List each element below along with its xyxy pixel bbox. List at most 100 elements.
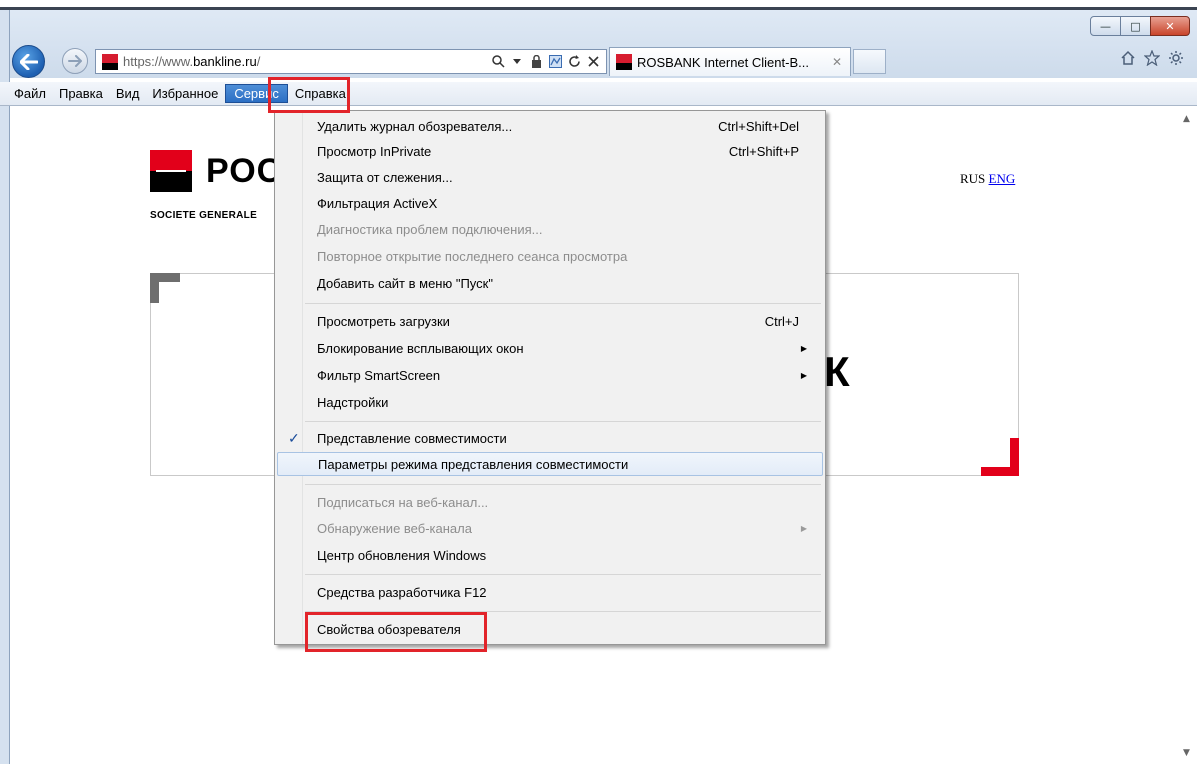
menu-item-label: Надстройки — [317, 394, 389, 410]
rosbank-logo-mark — [150, 150, 192, 192]
menu-reopen-last-session: Повторное открытие последнего сеанса про… — [277, 244, 823, 268]
menu-item-label: Защита от слежения... — [317, 169, 453, 185]
menu-item-label: Диагностика проблем подключения... — [317, 221, 543, 237]
forward-button[interactable] — [62, 48, 88, 74]
menu-edit[interactable]: Правка — [53, 84, 109, 103]
submenu-arrow-icon: ▶ — [800, 343, 807, 353]
scroll-down-icon[interactable]: ▼ — [1183, 748, 1190, 758]
menu-item-label: Средства разработчика F12 — [317, 584, 487, 600]
gear-icon[interactable] — [1168, 50, 1184, 71]
menu-feed-discovery: Обнаружение веб-канала ▶ — [277, 516, 823, 540]
menu-item-label: Представление совместимости — [317, 430, 507, 446]
url-suffix: / — [256, 54, 261, 69]
menu-smartscreen[interactable]: Фильтр SmartScreen ▶ — [277, 363, 823, 387]
annotation-highlight-internet-options — [305, 612, 487, 652]
menu-compatibility-view[interactable]: ✓ Представление совместимости — [277, 426, 823, 450]
tools-dropdown-menu: Удалить журнал обозревателя... Ctrl+Shif… — [274, 110, 826, 645]
checkmark-icon: ✓ — [288, 429, 300, 446]
menu-item-label: Повторное открытие последнего сеанса про… — [317, 248, 628, 264]
submenu-arrow-icon: ▶ — [800, 523, 807, 533]
menu-item-label: Блокирование всплывающих окон — [317, 340, 524, 356]
close-window-button[interactable]: ✕ — [1150, 16, 1190, 36]
menu-separator — [305, 303, 821, 304]
menu-inprivate[interactable]: Просмотр InPrivate Ctrl+Shift+P — [277, 139, 823, 163]
menu-subscribe-feed: Подписаться на веб-канал... — [277, 490, 823, 514]
lock-icon[interactable] — [529, 54, 543, 70]
forward-arrow-icon — [68, 55, 82, 67]
menu-addons[interactable]: Надстройки — [277, 390, 823, 414]
rosbank-logo: РОС — [150, 150, 281, 192]
window-controls: — □ ✕ — [1090, 16, 1190, 36]
menu-item-shortcut: Ctrl+Shift+Del — [718, 118, 799, 134]
address-bar[interactable]: https://www.bankline.ru/ — [95, 49, 607, 74]
menu-diagnose-connection: Диагностика проблем подключения... — [277, 217, 823, 241]
menu-compatibility-view-settings[interactable]: Параметры режима представления совместим… — [277, 452, 823, 476]
menu-add-to-start[interactable]: Добавить сайт в меню "Пуск" — [277, 271, 823, 295]
maximize-icon: □ — [1130, 19, 1141, 33]
browser-toolbar-icons — [1120, 49, 1184, 71]
menu-item-label: Просмотреть загрузки — [317, 313, 450, 329]
window-left-border — [0, 10, 10, 764]
menu-item-label: Центр обновления Windows — [317, 547, 487, 563]
maximize-button[interactable]: □ — [1120, 16, 1151, 36]
corner-decoration-bottom-right — [981, 438, 1019, 476]
tab-rosbank[interactable]: ROSBANK Internet Client-B... ✕ — [609, 47, 851, 76]
minimize-icon: — — [1100, 19, 1111, 33]
corner-decoration-top-left — [150, 273, 180, 303]
menu-view-downloads[interactable]: Просмотреть загрузки Ctrl+J — [277, 309, 823, 333]
refresh-icon[interactable] — [567, 54, 581, 70]
language-switch: RUS ENG — [960, 171, 1015, 187]
compatibility-view-icon[interactable] — [548, 54, 562, 70]
annotation-highlight-tools-menu — [268, 77, 350, 113]
back-arrow-icon — [19, 53, 38, 70]
stop-icon[interactable] — [586, 54, 600, 70]
submenu-arrow-icon: ▶ — [800, 370, 807, 380]
lang-current: RUS — [960, 171, 986, 186]
menu-separator — [305, 421, 821, 422]
logo-text: РОС — [206, 152, 283, 190]
tab-favicon-icon — [616, 54, 632, 70]
menu-item-label: Просмотр InPrivate — [317, 143, 432, 159]
minimize-button[interactable]: — — [1090, 16, 1121, 36]
menu-developer-tools[interactable]: Средства разработчика F12 — [277, 580, 823, 604]
menu-separator — [305, 484, 821, 485]
address-tools — [491, 54, 600, 70]
tab-title: ROSBANK Internet Client-B... — [637, 54, 809, 70]
dropdown-arrow-icon[interactable] — [510, 54, 524, 70]
back-button[interactable] — [12, 45, 45, 78]
menu-item-label: Фильтр SmartScreen — [317, 367, 441, 383]
url-domain: bankline.ru — [193, 54, 257, 69]
address-url: https://www.bankline.ru/ — [123, 54, 260, 69]
url-prefix: https://www. — [123, 54, 194, 69]
menu-item-label: Добавить сайт в меню "Пуск" — [317, 275, 493, 291]
close-icon: ✕ — [1165, 19, 1175, 33]
menu-favorites[interactable]: Избранное — [146, 84, 224, 103]
menu-tracking-protection[interactable]: Защита от слежения... — [277, 165, 823, 189]
menu-item-label: Обнаружение веб-канала — [317, 520, 472, 536]
menu-delete-history[interactable]: Удалить журнал обозревателя... Ctrl+Shif… — [277, 114, 823, 138]
menu-view[interactable]: Вид — [110, 84, 146, 103]
menu-item-label: Фильтрация ActiveX — [317, 195, 438, 211]
menu-activex-filtering[interactable]: Фильтрация ActiveX — [277, 191, 823, 215]
home-icon[interactable] — [1120, 50, 1136, 71]
tab-close-icon[interactable]: ✕ — [832, 55, 842, 69]
favorites-star-icon[interactable] — [1143, 49, 1161, 71]
menu-windows-update[interactable]: Центр обновления Windows — [277, 543, 823, 567]
menu-separator — [305, 574, 821, 575]
menu-bar: Файл Правка Вид Избранное Сервис Справка — [0, 82, 1197, 106]
window-top-edge — [0, 0, 1197, 10]
menu-item-label: Параметры режима представления совместим… — [318, 456, 629, 472]
site-favicon-icon — [102, 53, 118, 70]
search-icon[interactable] — [491, 54, 505, 70]
menu-item-shortcut: Ctrl+J — [764, 313, 799, 329]
menu-popup-blocker[interactable]: Блокирование всплывающих окон ▶ — [277, 336, 823, 360]
scroll-up-icon[interactable]: ▲ — [1183, 114, 1190, 124]
logo-subtitle: SOCIETE GENERALE — [150, 210, 258, 221]
panel-heading-fragment: К — [824, 348, 850, 395]
menu-item-label: Удалить журнал обозревателя... — [317, 118, 513, 134]
menu-item-label: Подписаться на веб-канал... — [317, 494, 489, 510]
menu-item-shortcut: Ctrl+Shift+P — [728, 143, 799, 159]
menu-file[interactable]: Файл — [8, 84, 52, 103]
new-tab-button[interactable] — [853, 49, 886, 74]
lang-eng-link[interactable]: ENG — [989, 171, 1016, 186]
